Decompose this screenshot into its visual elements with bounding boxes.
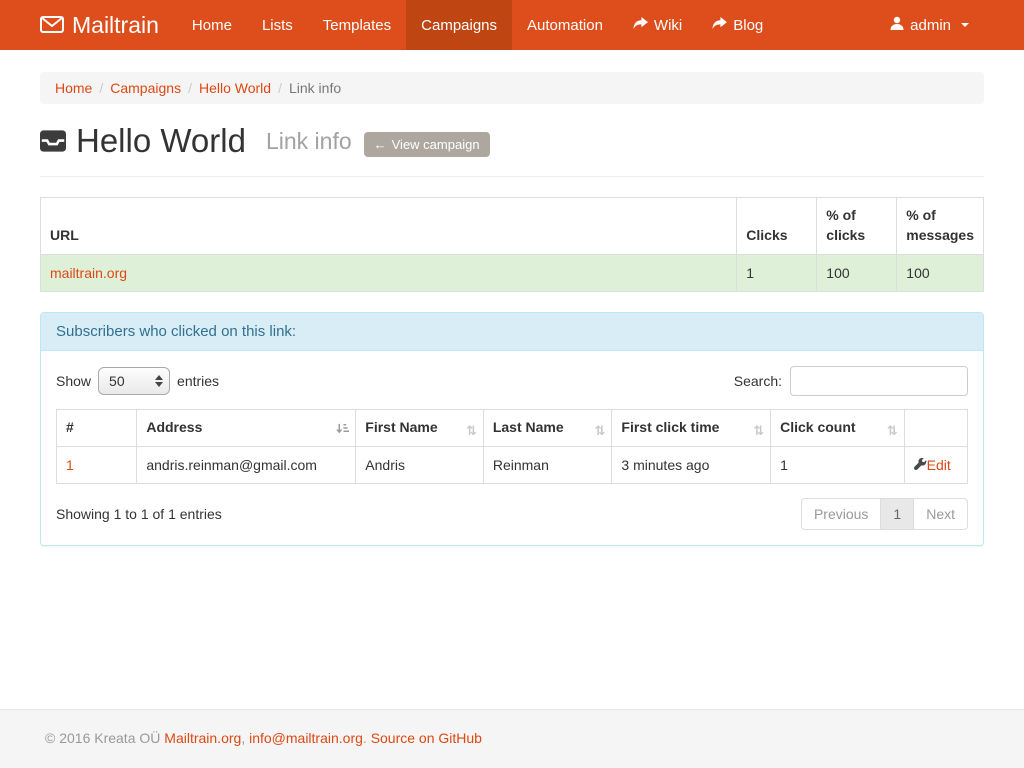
col-url: URL [41, 198, 737, 255]
external-link-icon [712, 17, 727, 34]
page-footer: © 2016 Kreata OÜ Mailtrain.org, info@mai… [0, 709, 1024, 768]
back-arrow-icon: ← [374, 137, 387, 152]
subscriber-address: andris.reinman@gmail.com [137, 446, 356, 483]
pct-messages-value: 100 [897, 254, 984, 291]
main-nav: Home Lists Templates Campaigns Automatio… [177, 0, 778, 50]
col-address[interactable]: Address [137, 409, 356, 446]
nav-item-blog[interactable]: Blog [697, 0, 778, 50]
envelope-icon [40, 12, 64, 39]
chevron-down-icon [961, 23, 969, 27]
mailtrain-org-link[interactable]: Mailtrain.org [164, 730, 241, 746]
nav-item-wiki[interactable]: Wiki [618, 0, 697, 50]
sort-both-icon: ⇅ [595, 424, 606, 437]
link-stats-table: URL Clicks % of clicks % of messages mai… [40, 197, 984, 292]
nav-item-automation[interactable]: Automation [512, 0, 618, 50]
breadcrumb-current: Link info [289, 80, 341, 96]
table-row: mailtrain.org 1 100 100 [41, 254, 984, 291]
sort-both-icon: ⇅ [466, 424, 477, 437]
page-subtitle: Link info [266, 128, 352, 155]
subscriber-click-count: 1 [771, 446, 905, 483]
user-label: admin [910, 17, 951, 34]
col-pct-clicks: % of clicks [817, 198, 897, 255]
email-link[interactable]: info@mailtrain.org [249, 730, 363, 746]
clicks-value: 1 [737, 254, 817, 291]
col-actions [904, 409, 967, 446]
panel-title: Subscribers who clicked on this link: [41, 313, 983, 351]
external-link-icon [633, 17, 648, 34]
wrench-icon [914, 458, 927, 474]
nav-item-home[interactable]: Home [177, 0, 247, 50]
table-info: Showing 1 to 1 of 1 entries [56, 506, 222, 522]
view-campaign-button[interactable]: ← View campaign [364, 132, 490, 157]
pagination-previous[interactable]: Previous [801, 498, 881, 530]
col-pct-messages: % of messages [897, 198, 984, 255]
subscribers-table: # Address First Name ⇅ [56, 409, 968, 484]
github-source-link[interactable]: Source on GitHub [371, 730, 482, 746]
pagination-page-1[interactable]: 1 [880, 498, 914, 530]
subscriber-last-name: Reinman [483, 446, 612, 483]
col-first-name[interactable]: First Name ⇅ [356, 409, 484, 446]
page-length-select[interactable]: 50 [98, 367, 170, 395]
search-input[interactable] [790, 366, 968, 396]
header-divider [40, 176, 984, 177]
brand-label: Mailtrain [72, 12, 159, 39]
nav-item-templates[interactable]: Templates [308, 0, 406, 50]
subscribers-panel: Subscribers who clicked on this link: Sh… [40, 312, 984, 546]
page-title: Hello World Link info [40, 122, 352, 160]
select-spinner-icon [155, 375, 163, 387]
sort-asc-icon [336, 422, 349, 437]
subscriber-first-name: Andris [356, 446, 484, 483]
pagination-next[interactable]: Next [913, 498, 968, 530]
brand-link[interactable]: Mailtrain [40, 0, 159, 50]
breadcrumb-campaigns[interactable]: Campaigns [110, 80, 181, 96]
breadcrumb-home[interactable]: Home [55, 80, 92, 96]
pagination: Previous 1 Next [801, 498, 968, 530]
copyright-text: © 2016 Kreata OÜ [45, 730, 160, 746]
top-navbar: Mailtrain Home Lists Templates Campaigns… [0, 0, 1024, 50]
subscriber-first-click-time: 3 minutes ago [612, 446, 771, 483]
user-icon [890, 16, 904, 34]
breadcrumb: Home / Campaigns / Hello World / Link in… [40, 72, 984, 104]
col-index[interactable]: # [57, 409, 137, 446]
col-clicks: Clicks [737, 198, 817, 255]
page-length-control: Show 50 entries [56, 367, 219, 395]
link-url[interactable]: mailtrain.org [50, 265, 127, 281]
col-click-count[interactable]: Click count ⇅ [771, 409, 905, 446]
nav-item-lists[interactable]: Lists [247, 0, 308, 50]
nav-item-campaigns[interactable]: Campaigns [406, 0, 512, 50]
edit-subscriber-link[interactable]: Edit [927, 457, 951, 473]
user-menu[interactable]: admin [875, 0, 984, 50]
col-last-name[interactable]: Last Name ⇅ [483, 409, 612, 446]
pct-clicks-value: 100 [817, 254, 897, 291]
inbox-icon [40, 122, 66, 160]
search-label: Search: [734, 373, 782, 389]
subscriber-row: 1 andris.reinman@gmail.com Andris Reinma… [57, 446, 968, 483]
sort-both-icon: ⇅ [753, 424, 764, 437]
sort-both-icon: ⇅ [887, 424, 898, 437]
breadcrumb-campaign-name[interactable]: Hello World [199, 80, 271, 96]
col-first-click-time[interactable]: First click time ⇅ [612, 409, 771, 446]
subscriber-index-link[interactable]: 1 [66, 457, 74, 473]
